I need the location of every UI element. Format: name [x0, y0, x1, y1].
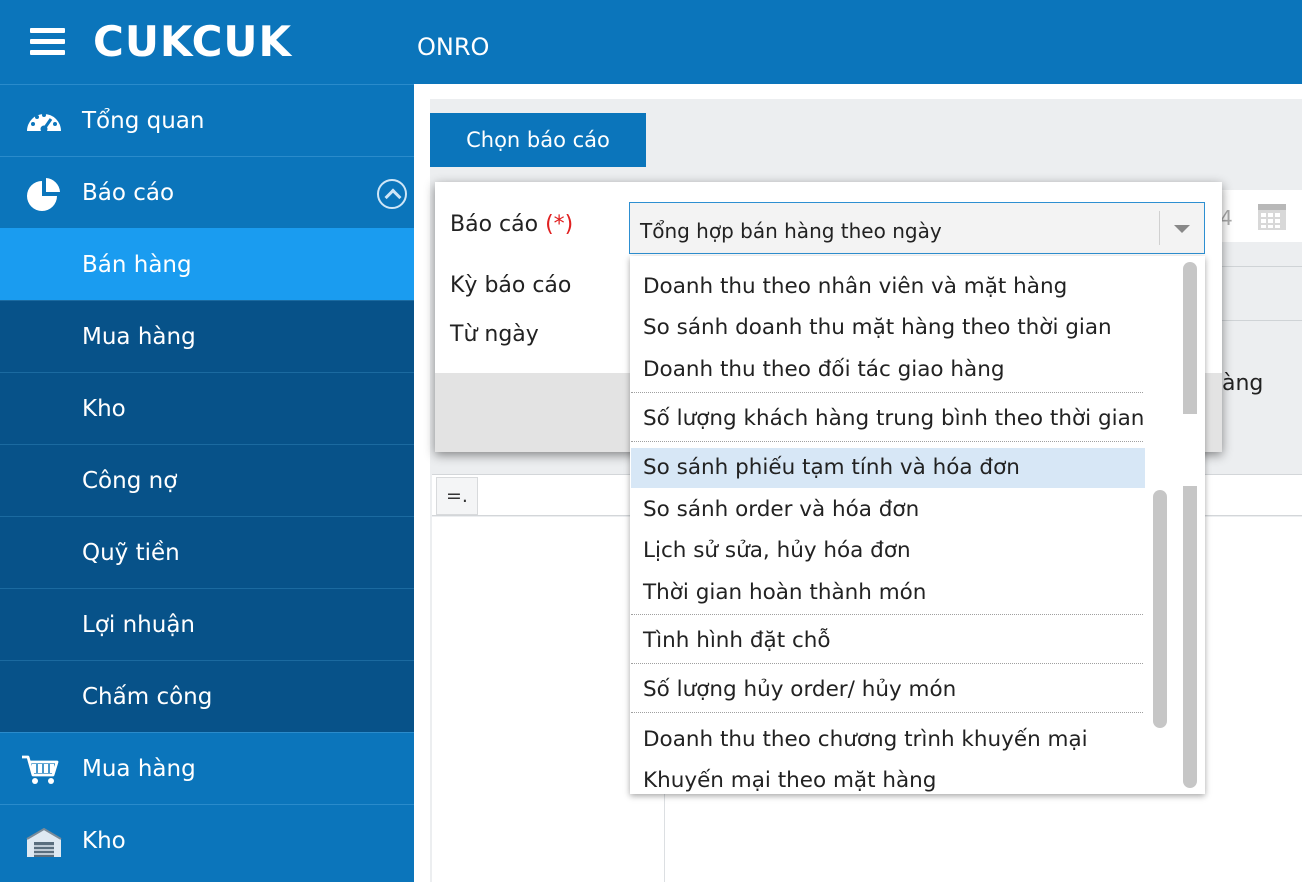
dropdown-option[interactable]: So sánh doanh thu mặt hàng theo thời gia… [631, 308, 1145, 348]
hamburger-menu-icon[interactable] [30, 28, 65, 56]
scrollbar-gap [1183, 414, 1197, 486]
cart-icon [22, 755, 59, 784]
app-logo[interactable]: CUKCUK [93, 17, 292, 66]
from-date-field-label: Từ ngày [450, 322, 539, 347]
sidebar-item-reports[interactable]: Báo cáo [0, 156, 414, 228]
dropdown-option[interactable]: Doanh thu theo đối tác giao hàng [631, 350, 1145, 390]
warehouse-icon [26, 827, 62, 857]
column-header-text: àng [1222, 371, 1264, 396]
dropdown-option[interactable]: Tình hình đặt chỗ [631, 621, 1145, 661]
pie-chart-icon [27, 178, 60, 211]
sidebar-item-purchasing-main[interactable]: Mua hàng [0, 732, 414, 804]
store-name: ONRO [417, 33, 490, 61]
sidebar-item-profit[interactable]: Lợi nhuận [0, 588, 414, 660]
sidebar-item-warehouse-main[interactable]: Kho [0, 804, 414, 876]
sidebar-item-label: Lợi nhuận [82, 612, 195, 638]
sidebar-item-warehouse[interactable]: Kho [0, 372, 414, 444]
dropdown-option[interactable]: So sánh order và hóa đơn [631, 490, 1145, 530]
dropdown-scrollbar-outer[interactable] [1183, 262, 1197, 788]
sidebar-item-label: Kho [82, 828, 126, 854]
calendar-icon[interactable] [1257, 203, 1287, 231]
sidebar-item-label: Mua hàng [82, 324, 196, 350]
dropdown-option-highlighted[interactable]: So sánh phiếu tạm tính và hóa đơn [631, 448, 1145, 488]
sidebar-item-timekeeping[interactable]: Chấm công [0, 660, 414, 732]
dropdown-option[interactable]: Doanh thu theo chương trình khuyến mại [631, 720, 1145, 760]
dropdown-divider [631, 392, 1143, 393]
sidebar-item-label: Báo cáo [82, 180, 175, 206]
report-select[interactable]: Tổng hợp bán hàng theo ngày [629, 202, 1205, 254]
period-field-label: Kỳ báo cáo [450, 273, 572, 298]
dropdown-option[interactable]: Thời gian hoàn thành món [631, 573, 1145, 613]
dropdown-option[interactable]: Doanh thu theo nhân viên và mặt hàng [631, 267, 1145, 307]
sidebar-item-label: Quỹ tiền [82, 540, 180, 566]
top-bar: CUKCUK ONRO [0, 0, 1302, 84]
sidebar-item-label: Chấm công [82, 684, 213, 710]
dropdown-divider [631, 712, 1143, 713]
sidebar-item-debts[interactable]: Công nợ [0, 444, 414, 516]
sidebar-item-label: Kho [82, 396, 126, 422]
dropdown-option[interactable]: Khuyến mại theo mặt hàng [631, 761, 1145, 794]
dashboard-icon [27, 113, 61, 133]
dropdown-divider [631, 614, 1143, 615]
chevron-down-icon[interactable] [1160, 203, 1204, 253]
sidebar-item-label: Tổng quan [82, 108, 205, 134]
sidebar-item-label: Bán hàng [82, 252, 192, 278]
chevron-up-icon[interactable] [377, 179, 407, 209]
panel-divider [1210, 320, 1302, 321]
sidebar-item-label: Mua hàng [82, 756, 196, 782]
dropdown-option[interactable]: Lịch sử sửa, hủy hóa đơn [631, 531, 1145, 571]
sidebar-item-label: Công nợ [82, 468, 178, 494]
panel-divider [1210, 266, 1302, 267]
required-mark: (*) [545, 212, 574, 237]
report-select-value: Tổng hợp bán hàng theo ngày [640, 219, 942, 243]
report-dropdown-list: Doanh thu theo nhân viên và mặt hàng So … [630, 256, 1205, 794]
sidebar-item-cash-fund[interactable]: Quỹ tiền [0, 516, 414, 588]
dropdown-option[interactable]: Số lượng hủy order/ hủy món [631, 670, 1145, 710]
sidebar-item-sales[interactable]: Bán hàng [0, 228, 414, 300]
dropdown-divider [631, 663, 1143, 664]
report-label-text: Báo cáo [450, 212, 539, 237]
dropdown-divider [631, 441, 1143, 442]
dropdown-option[interactable]: Số lượng khách hàng trung bình theo thời… [631, 399, 1145, 439]
filter-operator-button[interactable]: =. [436, 477, 478, 515]
choose-report-button[interactable]: Chọn báo cáo [430, 113, 646, 167]
dropdown-scrollbar-inner[interactable] [1153, 490, 1167, 728]
sidebar-item-overview[interactable]: Tổng quan [0, 84, 414, 156]
sidebar-item-purchasing[interactable]: Mua hàng [0, 300, 414, 372]
report-field-label: Báo cáo (*) [450, 212, 573, 237]
